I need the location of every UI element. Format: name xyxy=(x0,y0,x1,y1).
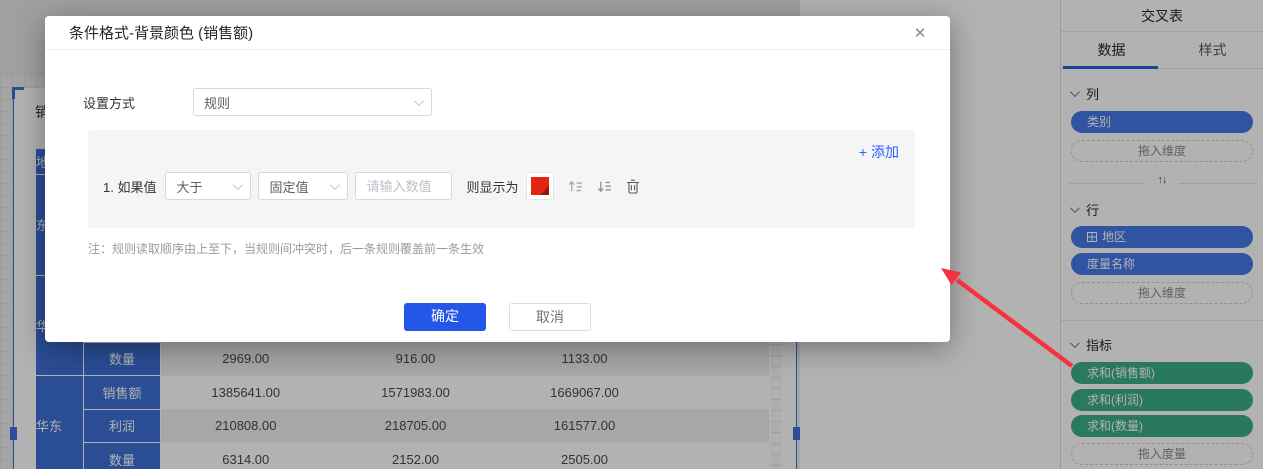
color-swatch-corner xyxy=(540,186,549,195)
dialog-title: 条件格式-背景颜色 (销售额) xyxy=(69,22,253,43)
setting-mode-value: 规则 xyxy=(204,93,230,112)
rule-prefix-label: 1. 如果值 xyxy=(103,177,156,196)
setting-mode-row: 设置方式 规则 xyxy=(83,88,432,116)
dialog-header: 条件格式-背景颜色 (销售额) ✕ xyxy=(45,16,950,50)
cancel-button[interactable]: 取消 xyxy=(509,303,591,331)
setting-mode-label: 设置方式 xyxy=(83,93,135,112)
rules-note: 注：规则读取顺序由上至下，当规则间冲突时，后一条规则覆盖前一条生效 xyxy=(88,240,484,257)
color-swatch[interactable] xyxy=(526,172,554,200)
dialog-footer: 确定 取消 xyxy=(45,303,950,331)
chevron-down-icon xyxy=(233,180,243,190)
move-rule-bottom-icon[interactable] xyxy=(596,178,612,194)
conditional-format-dialog: 条件格式-背景颜色 (销售额) ✕ 设置方式 规则 + 添加 1. 如果值 大于… xyxy=(45,16,950,342)
rule-row: 1. 如果值 大于 固定值 则显示为 xyxy=(103,172,641,200)
add-rule-link[interactable]: + 添加 xyxy=(859,142,899,162)
rule-operator-select[interactable]: 大于 xyxy=(165,172,251,200)
close-icon[interactable]: ✕ xyxy=(910,24,930,44)
rule-value-type-value: 固定值 xyxy=(269,177,308,196)
app-root: 销售额 地区 东北 销售额 利润 xyxy=(0,0,1263,469)
display-as-label: 则显示为 xyxy=(466,177,518,196)
chevron-down-icon xyxy=(330,180,340,190)
setting-mode-select[interactable]: 规则 xyxy=(193,88,432,116)
rules-panel: + 添加 1. 如果值 大于 固定值 则显示为 xyxy=(88,130,915,228)
ok-button[interactable]: 确定 xyxy=(404,303,486,331)
rule-value-input[interactable] xyxy=(355,172,452,200)
rule-operator-value: 大于 xyxy=(176,177,202,196)
rule-value-type-select[interactable]: 固定值 xyxy=(258,172,348,200)
delete-rule-icon[interactable] xyxy=(625,178,641,194)
move-rule-top-icon[interactable] xyxy=(567,178,583,194)
chevron-down-icon xyxy=(414,96,424,106)
